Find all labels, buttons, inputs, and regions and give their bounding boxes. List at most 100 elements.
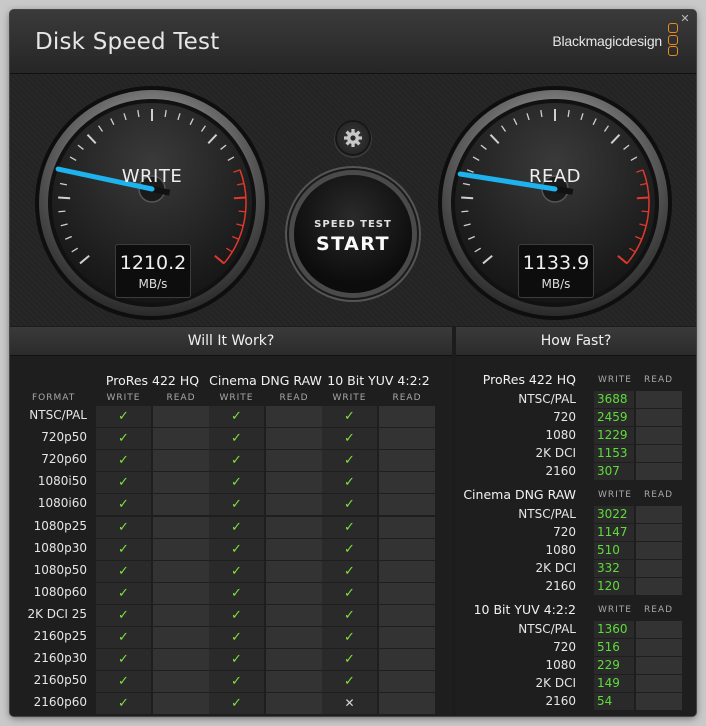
resolution-label: 2K DCI <box>535 561 576 575</box>
write-column-header: WRITE <box>106 393 141 403</box>
resolution-label: NTSC/PAL <box>518 392 576 406</box>
check-icon: ✓ <box>118 409 129 424</box>
check-icon: ✓ <box>231 541 242 557</box>
check-icon: ✓ <box>231 497 242 513</box>
read-result-cell <box>379 671 435 693</box>
write-result-cell: ✓ <box>322 450 377 472</box>
read-result-cell <box>153 604 209 626</box>
codec-header: Cinema DNG RAW <box>209 373 322 388</box>
format-row-label: NTSC/PAL <box>29 408 87 422</box>
write-result-cell: ✓ <box>209 671 264 693</box>
read-speed-fps <box>636 409 682 426</box>
codec-group-title: 10 Bit YUV 4:2:2 <box>473 602 576 617</box>
settings-button[interactable] <box>337 122 369 154</box>
read-column-header: READ <box>644 490 674 500</box>
brand-name: Blackmagicdesign <box>552 33 662 49</box>
read-speed-fps <box>636 463 682 480</box>
write-result-cell: ✓ <box>96 604 151 626</box>
write-result-cell: ✓ <box>209 582 264 604</box>
check-icon: ✓ <box>118 453 129 469</box>
format-row-label: 720p60 <box>41 452 87 467</box>
read-result-cell <box>153 649 209 671</box>
write-speed-value: 1210.2 <box>119 252 187 274</box>
write-result-cell: ✓ <box>209 494 264 516</box>
write-result-cell: ✓ <box>96 516 151 538</box>
how-fast-panel: How Fast? ProRes 422 HQ WRITE READ NTSC/PAL… <box>456 327 696 716</box>
resolution-label: 720 <box>553 640 576 654</box>
read-result-cell <box>266 582 322 604</box>
write-speed-fps: 1147 <box>594 524 634 541</box>
resolution-label: NTSC/PAL <box>518 507 576 521</box>
write-column-header: WRITE <box>332 393 367 403</box>
read-speed-fps <box>636 639 682 656</box>
read-result-cell <box>153 560 209 582</box>
check-icon: ✓ <box>231 409 242 424</box>
write-result-cell: ✓ <box>322 671 377 693</box>
read-result-cell <box>266 671 322 693</box>
check-icon: ✓ <box>118 519 129 535</box>
check-icon: ✓ <box>231 563 242 579</box>
format-column-header: FORMAT <box>32 393 76 403</box>
check-icon: ✓ <box>344 563 355 579</box>
check-icon: ✓ <box>118 674 129 690</box>
write-speed-fps: 516 <box>594 639 634 656</box>
codec-group-title: Cinema DNG RAW <box>463 487 576 502</box>
write-result-cell: ✓ <box>96 649 151 671</box>
resolution-label: 1080 <box>545 428 576 442</box>
write-result-cell: ✕ <box>322 693 377 715</box>
read-result-cell <box>379 450 435 472</box>
write-tick <box>58 210 66 213</box>
how-fast-table: ProRes 422 HQ WRITE READ NTSC/PAL 3688 720 245… <box>456 327 696 716</box>
read-tick <box>461 196 474 200</box>
check-icon: ✓ <box>231 630 242 645</box>
write-result-cell: ✓ <box>96 693 151 715</box>
read-column-header: READ <box>644 605 674 615</box>
write-gauge-label: WRITE <box>121 166 183 187</box>
read-result-cell <box>266 472 322 494</box>
write-result-cell: ✓ <box>96 627 151 648</box>
read-result-cell <box>266 649 322 671</box>
resolution-label: 2K DCI <box>535 446 576 460</box>
check-icon: ✓ <box>231 519 242 535</box>
resolution-label: 1080 <box>545 543 576 557</box>
write-result-cell: ✓ <box>322 604 377 626</box>
app-window: ✕ Disk Speed Test Blackmagicdesign WRITE… <box>10 10 696 716</box>
check-icon: ✓ <box>118 630 129 645</box>
format-row-label: 1080p60 <box>33 584 87 599</box>
write-result-cell: ✓ <box>96 560 151 582</box>
check-icon: ✓ <box>231 431 242 447</box>
check-icon: ✓ <box>344 585 355 601</box>
read-column-header: READ <box>166 393 196 403</box>
write-result-cell: ✓ <box>322 406 377 427</box>
check-icon: ✓ <box>344 674 355 690</box>
write-result-cell: ✓ <box>209 472 264 494</box>
start-button-caption: SPEED TEST <box>314 219 392 230</box>
close-button[interactable]: ✕ <box>678 12 692 26</box>
write-result-cell: ✓ <box>96 494 151 516</box>
read-column-header: READ <box>392 393 422 403</box>
read-column-header: READ <box>644 375 674 385</box>
resolution-label: NTSC/PAL <box>518 622 576 636</box>
write-result-cell: ✓ <box>322 627 377 648</box>
check-icon: ✓ <box>231 696 242 712</box>
read-speed-fps <box>636 445 682 462</box>
write-result-cell: ✓ <box>96 538 151 560</box>
start-speed-test-button[interactable]: SPEED TEST START <box>294 175 412 293</box>
write-result-cell: ✓ <box>96 406 151 427</box>
write-result-cell: ✓ <box>209 649 264 671</box>
write-column-header: WRITE <box>598 375 632 385</box>
read-speed-fps <box>636 657 682 674</box>
codec-header: 10 Bit YUV 4:2:2 <box>327 373 430 388</box>
read-speed-value: 1133.9 <box>522 252 590 274</box>
write-column-header: WRITE <box>598 605 632 615</box>
read-result-cell <box>266 538 322 560</box>
read-result-cell <box>153 671 209 693</box>
write-speed-fps: 2459 <box>594 409 634 426</box>
resolution-label: 2K DCI <box>535 676 576 690</box>
read-result-cell <box>266 450 322 472</box>
read-result-cell <box>266 604 322 626</box>
read-speed-fps <box>636 560 682 577</box>
write-speed-fps: 307 <box>594 463 634 480</box>
write-speed-fps: 1360 <box>594 621 634 638</box>
read-result-cell <box>266 516 322 538</box>
